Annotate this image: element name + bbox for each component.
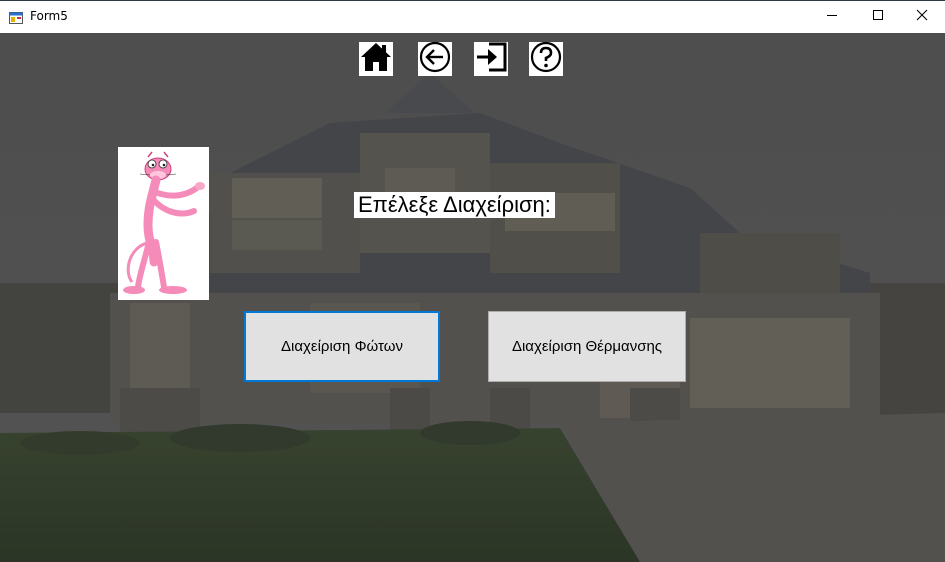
application-window: Form5 Επέλεξε Διαχείριση: Διαχείριση Φώτ…: [0, 0, 945, 562]
window-title: Form5: [30, 9, 68, 23]
title-bar[interactable]: Form5: [0, 1, 945, 33]
heating-management-button[interactable]: Διαχείριση Θέρμανσης: [488, 311, 686, 382]
home-button[interactable]: [359, 42, 393, 76]
minimize-button[interactable]: [809, 1, 855, 33]
lights-management-button[interactable]: Διαχείριση Φώτων: [244, 311, 440, 382]
maximize-button[interactable]: [855, 1, 901, 33]
exit-button[interactable]: [474, 42, 508, 76]
home-icon: [360, 41, 392, 78]
selection-prompt-label: Επέλεξε Διαχείριση:: [354, 192, 555, 218]
back-arrow-icon: [419, 41, 451, 78]
help-icon: [530, 41, 562, 78]
close-icon: [916, 8, 928, 26]
form-app-icon: [9, 10, 23, 24]
pink-panther-image: [118, 147, 209, 300]
help-button[interactable]: [529, 41, 563, 78]
exit-icon: [475, 41, 507, 78]
close-button[interactable]: [899, 1, 945, 33]
form-client-area: Επέλεξε Διαχείριση: Διαχείριση Φώτων Δια…: [0, 33, 945, 562]
minimize-icon: [826, 8, 838, 26]
maximize-icon: [872, 8, 884, 26]
back-button[interactable]: [418, 41, 452, 78]
